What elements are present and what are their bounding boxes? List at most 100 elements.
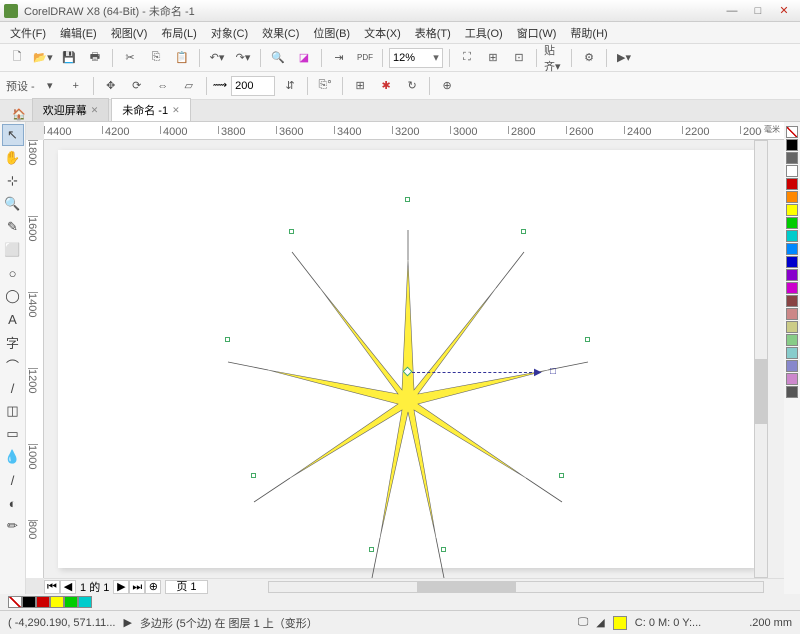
add-preset-button[interactable]: + xyxy=(65,75,87,97)
color-swatch[interactable] xyxy=(786,165,798,177)
canvas[interactable]: ▶ □ xyxy=(44,140,784,578)
color-swatch[interactable] xyxy=(786,282,798,294)
undo-button[interactable]: ↶▾ xyxy=(206,47,228,69)
color-swatch[interactable] xyxy=(786,373,798,385)
node-handle[interactable] xyxy=(225,337,230,342)
duplicate-button[interactable]: ⎘° xyxy=(314,75,336,97)
show-rulers-button[interactable]: ⊞ xyxy=(482,47,504,69)
vertical-scrollbar[interactable] xyxy=(754,140,768,578)
clear-transform-button[interactable]: ↻ xyxy=(401,75,423,97)
node-handle[interactable] xyxy=(251,473,256,478)
copy-button[interactable]: ⎘ xyxy=(145,47,167,69)
close-tab-icon[interactable]: ✕ xyxy=(172,105,180,116)
node-handle[interactable] xyxy=(559,473,564,478)
color-swatch[interactable] xyxy=(786,308,798,320)
close-tab-icon[interactable]: ✕ xyxy=(91,105,99,116)
star-shape[interactable] xyxy=(208,200,608,578)
maximize-button[interactable]: □ xyxy=(746,3,770,19)
menu-item[interactable]: 对象(C) xyxy=(205,23,254,43)
minimize-button[interactable]: — xyxy=(720,3,744,19)
menu-item[interactable]: 文件(F) xyxy=(4,23,52,43)
color-swatch[interactable] xyxy=(786,230,798,242)
tool-button[interactable]: 🔍 xyxy=(2,193,24,215)
launch-button[interactable]: ▶▾ xyxy=(613,47,635,69)
node-handle[interactable] xyxy=(405,197,410,202)
menu-item[interactable]: 效果(C) xyxy=(256,23,305,43)
color-swatch[interactable] xyxy=(78,596,92,608)
tool-button[interactable]: ✋ xyxy=(2,147,24,169)
add-page-button[interactable]: ⊕ xyxy=(145,580,161,594)
color-swatch[interactable] xyxy=(786,178,798,190)
tool-button[interactable]: ○ xyxy=(2,262,24,284)
print-button[interactable]: 🖶 xyxy=(84,47,106,69)
new-button[interactable]: 🗋 xyxy=(6,47,28,69)
snap-dropdown[interactable]: 贴齐▾ xyxy=(543,47,565,69)
zoom-dropdown[interactable]: ▾ xyxy=(389,48,443,68)
menu-item[interactable]: 表格(T) xyxy=(409,23,457,43)
tool-button[interactable]: ✎ xyxy=(2,216,24,238)
nudge-input[interactable] xyxy=(231,76,275,96)
save-button[interactable]: 💾 xyxy=(58,47,80,69)
menu-item[interactable]: 文本(X) xyxy=(358,23,407,43)
menu-item[interactable]: 窗口(W) xyxy=(511,23,563,43)
node-handle[interactable] xyxy=(369,547,374,552)
search-button[interactable]: 🔍 xyxy=(267,47,289,69)
distribute-button[interactable]: ✱ xyxy=(375,75,397,97)
tool-button[interactable]: ⌒ xyxy=(2,354,24,376)
tool-button[interactable]: A xyxy=(2,308,24,330)
no-color-swatch[interactable] xyxy=(786,126,798,138)
tool-button[interactable]: ↖ xyxy=(2,124,24,146)
color-swatch[interactable] xyxy=(786,256,798,268)
color-swatch[interactable] xyxy=(786,217,798,229)
color-swatch[interactable] xyxy=(786,347,798,359)
preset-dropdown[interactable]: ▾ xyxy=(39,75,61,97)
node-handle[interactable] xyxy=(521,229,526,234)
import-button[interactable]: ◪ xyxy=(293,47,315,69)
tool-button[interactable]: ◫ xyxy=(2,400,24,422)
first-page-button[interactable]: ⏮ xyxy=(44,580,60,594)
color-swatch[interactable] xyxy=(36,596,50,608)
color-swatch[interactable] xyxy=(786,191,798,203)
color-swatch[interactable] xyxy=(786,295,798,307)
menu-item[interactable]: 帮助(H) xyxy=(564,23,613,43)
document-tab[interactable]: 欢迎屏幕✕ xyxy=(32,98,110,121)
document-tab[interactable]: 未命名 -1✕ xyxy=(111,98,190,121)
tool-button[interactable]: / xyxy=(2,377,24,399)
color-swatch[interactable] xyxy=(786,152,798,164)
redo-button[interactable]: ↷▾ xyxy=(232,47,254,69)
fullscreen-button[interactable]: ⛶ xyxy=(456,47,478,69)
tool-button[interactable]: ⬜ xyxy=(2,239,24,261)
skew-icon[interactable]: ▱ xyxy=(178,75,200,97)
tool-button[interactable]: ⊹ xyxy=(2,170,24,192)
last-page-button[interactable]: ⏭ xyxy=(129,580,145,594)
horizontal-scrollbar[interactable] xyxy=(268,581,764,593)
tool-button[interactable]: ▭ xyxy=(2,423,24,445)
tool-button[interactable]: ✏ xyxy=(2,515,24,537)
paste-button[interactable]: 📋 xyxy=(171,47,193,69)
move-icon[interactable]: ✥ xyxy=(100,75,122,97)
color-swatch[interactable] xyxy=(64,596,78,608)
color-swatch[interactable] xyxy=(786,204,798,216)
page-tab[interactable]: 页 1 xyxy=(165,580,207,594)
open-button[interactable]: 📂▾ xyxy=(32,47,54,69)
color-swatch[interactable] xyxy=(786,269,798,281)
menu-item[interactable]: 位图(B) xyxy=(307,23,356,43)
menu-item[interactable]: 工具(O) xyxy=(459,23,509,43)
tool-button[interactable]: ◯ xyxy=(2,285,24,307)
export-button[interactable]: ⇥ xyxy=(328,47,350,69)
menu-item[interactable]: 布局(L) xyxy=(155,23,202,43)
color-swatch[interactable] xyxy=(786,386,798,398)
cut-button[interactable]: ✂ xyxy=(119,47,141,69)
color-swatch[interactable] xyxy=(786,243,798,255)
color-swatch[interactable] xyxy=(22,596,36,608)
color-swatch[interactable] xyxy=(786,321,798,333)
tool-button[interactable]: 字 xyxy=(2,331,24,353)
home-icon[interactable]: 🏠 xyxy=(6,108,32,121)
align-button[interactable]: ⊞ xyxy=(349,75,371,97)
color-swatch[interactable] xyxy=(8,596,22,608)
color-swatch[interactable] xyxy=(50,596,64,608)
node-handle[interactable] xyxy=(289,229,294,234)
prev-page-button[interactable]: ◀ xyxy=(60,580,76,594)
tool-button[interactable]: 💧 xyxy=(2,446,24,468)
next-page-button[interactable]: ▶ xyxy=(113,580,129,594)
